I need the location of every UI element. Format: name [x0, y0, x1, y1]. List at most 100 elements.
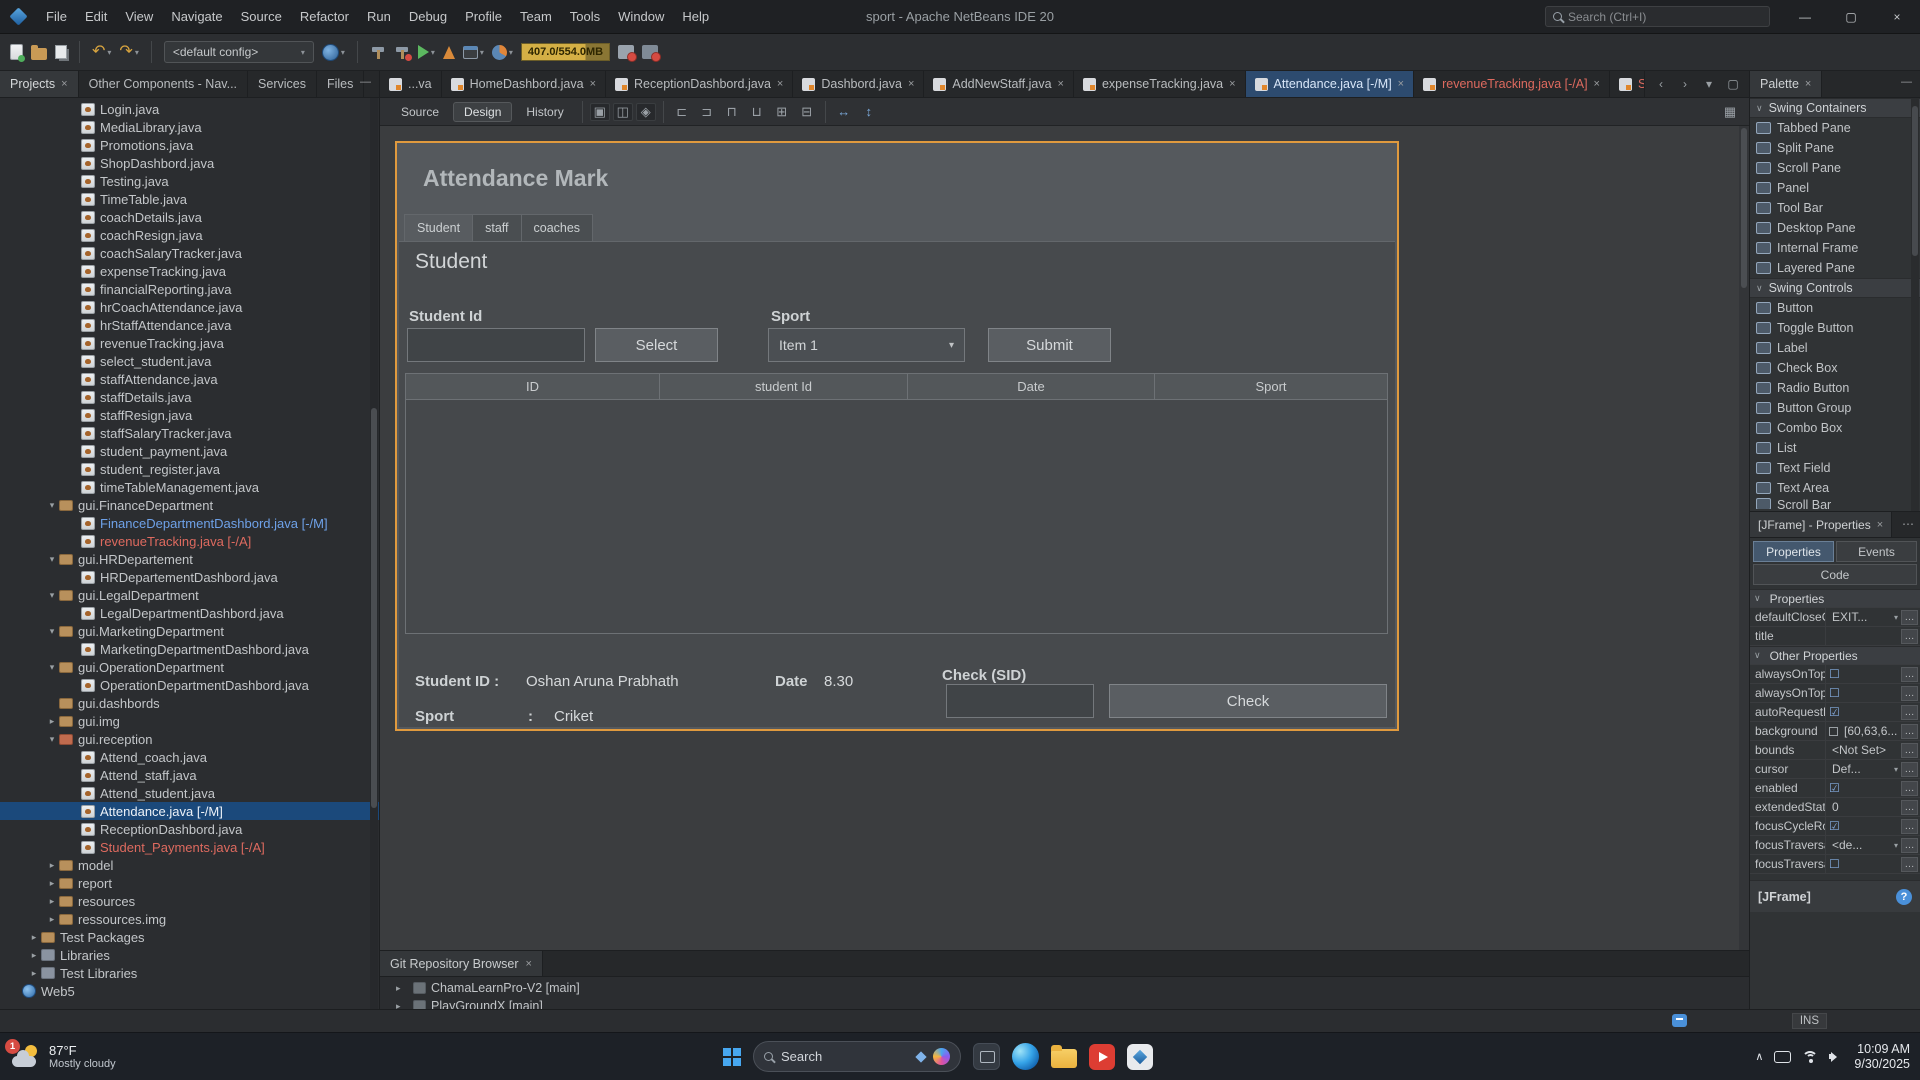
- profile-button[interactable]: [443, 46, 455, 59]
- property-value[interactable]: [60,63,6... ▾: [1826, 724, 1901, 738]
- property-row[interactable]: ∨ background [60,63,6... ▾ …: [1750, 722, 1920, 741]
- palette-item[interactable]: ∨ Button Group: [1750, 398, 1920, 418]
- close-icon[interactable]: ×: [908, 78, 914, 90]
- menu-item[interactable]: File: [37, 0, 76, 33]
- checkbox[interactable]: ☐: [1829, 857, 1840, 871]
- tree-item[interactable]: LegalDepartmentDashbord.java: [0, 604, 379, 622]
- property-row[interactable]: ∨ extendedState 0 ▾ …: [1750, 798, 1920, 817]
- form-tab[interactable]: staff: [472, 214, 521, 241]
- tree-item[interactable]: financialReporting.java: [0, 280, 379, 298]
- ellipsis-button[interactable]: …: [1901, 781, 1918, 796]
- designer-settings-button[interactable]: ▦: [1719, 102, 1741, 122]
- close-icon[interactable]: ×: [1877, 519, 1883, 531]
- property-value[interactable]: EXIT... ▾: [1826, 610, 1901, 624]
- checkbox[interactable]: ☐: [1829, 686, 1840, 700]
- notifications-icon[interactable]: [1672, 1014, 1687, 1027]
- designer-mode-button[interactable]: ◫: [613, 103, 633, 121]
- close-icon[interactable]: ×: [1058, 78, 1064, 90]
- palette-item[interactable]: ∨ Tabbed Pane: [1750, 118, 1920, 138]
- tree-item[interactable]: coachResign.java: [0, 226, 379, 244]
- panel-menu-icon[interactable]: ⋯: [1902, 517, 1914, 531]
- palette-item[interactable]: ∨ Tool Bar: [1750, 198, 1920, 218]
- ide-search-box[interactable]: [1545, 6, 1770, 27]
- menu-item[interactable]: Run: [358, 0, 400, 33]
- property-row[interactable]: ∨ focusTraversal ☐ ▾ …: [1750, 855, 1920, 874]
- start-button[interactable]: [723, 1048, 741, 1066]
- property-row[interactable]: ∨ alwaysOnTopS ☐ ▾ …: [1750, 684, 1920, 703]
- property-row[interactable]: ∨ Properties ▾ …: [1750, 589, 1920, 608]
- weather-widget[interactable]: 1 87°F Mostly cloudy: [10, 1033, 116, 1080]
- student-id-input[interactable]: [408, 329, 584, 361]
- editor-tab[interactable]: AddNewStaff.java ×: [924, 71, 1074, 97]
- maximize-editor-button[interactable]: ▢: [1722, 74, 1744, 94]
- tree-item[interactable]: coachDetails.java: [0, 208, 379, 226]
- editor-tab[interactable]: ReceptionDashbord.java ×: [606, 71, 793, 97]
- close-icon[interactable]: ×: [1229, 78, 1235, 90]
- palette-item[interactable]: ∨ List: [1750, 438, 1920, 458]
- tree-item[interactable]: Attendance.java [-/M]: [0, 802, 379, 820]
- profiler-chart-button[interactable]: ▾: [492, 45, 513, 60]
- submit-button[interactable]: Submit: [988, 328, 1111, 362]
- clock[interactable]: 10:09 AM 9/30/2025: [1854, 1042, 1910, 1072]
- clean-build-button[interactable]: [394, 44, 410, 60]
- tree-item[interactable]: Testing.java: [0, 172, 379, 190]
- minimize-panel-icon[interactable]: —: [360, 76, 371, 88]
- tree-item[interactable]: staffSalaryTracker.java: [0, 424, 379, 442]
- ellipsis-button[interactable]: …: [1901, 686, 1918, 701]
- palette-item[interactable]: ∨ Desktop Pane: [1750, 218, 1920, 238]
- tree-item[interactable]: select_student.java: [0, 352, 379, 370]
- close-button[interactable]: ×: [1874, 0, 1920, 34]
- tree-item[interactable]: timeTableManagement.java: [0, 478, 379, 496]
- property-value[interactable]: ☑ ▾: [1826, 705, 1901, 719]
- palette-item[interactable]: ∨ Button: [1750, 298, 1920, 318]
- tree-item[interactable]: ▸ model: [0, 856, 379, 874]
- scroll-tabs-left-button[interactable]: ‹: [1650, 74, 1672, 94]
- profiling-snapshot-button[interactable]: [642, 45, 658, 59]
- netbeans-app-icon[interactable]: [1127, 1044, 1153, 1070]
- property-row[interactable]: ∨ bounds <Not Set> ▾ …: [1750, 741, 1920, 760]
- new-project-button[interactable]: [31, 48, 47, 60]
- tree-item[interactable]: ▾ gui.MarketingDepartment: [0, 622, 379, 640]
- tree-item[interactable]: staffResign.java: [0, 406, 379, 424]
- tree-item[interactable]: TimeTable.java: [0, 190, 379, 208]
- hidden-icons-chevron[interactable]: ∧: [1755, 1050, 1763, 1063]
- config-select[interactable]: <default config>▾: [164, 41, 314, 63]
- ellipsis-button[interactable]: …: [1901, 724, 1918, 739]
- resize-button[interactable]: ↔: [833, 102, 855, 122]
- palette-item[interactable]: ∨ Check Box: [1750, 358, 1920, 378]
- tree-item[interactable]: ▸ Test Packages: [0, 928, 379, 946]
- close-icon[interactable]: ×: [777, 78, 783, 90]
- menu-item[interactable]: View: [116, 0, 162, 33]
- tree-item[interactable]: ▸ resources: [0, 892, 379, 910]
- scroll-tabs-right-button[interactable]: ›: [1674, 74, 1696, 94]
- pen-device-icon[interactable]: [1774, 1051, 1791, 1063]
- palette-item[interactable]: ∨ Split Pane: [1750, 138, 1920, 158]
- tree-item[interactable]: Promotions.java: [0, 136, 379, 154]
- close-icon[interactable]: ×: [61, 78, 67, 90]
- menu-item[interactable]: Debug: [400, 0, 456, 33]
- form-title-label[interactable]: Attendance Mark: [423, 165, 608, 192]
- ellipsis-button[interactable]: …: [1901, 838, 1918, 853]
- table-column-header[interactable]: student Id: [660, 374, 908, 399]
- property-value[interactable]: Def... ▾: [1826, 762, 1901, 776]
- git-repository-browser-tab[interactable]: Git Repository Browser ×: [380, 951, 543, 976]
- palette-item[interactable]: ∨ Internal Frame: [1750, 238, 1920, 258]
- tree-item[interactable]: ▾ gui.reception: [0, 730, 379, 748]
- tree-item[interactable]: revenueTracking.java [-/A]: [0, 532, 379, 550]
- menu-item[interactable]: Tools: [561, 0, 609, 33]
- property-value[interactable]: ☐ ▾: [1826, 857, 1901, 871]
- student-id-field[interactable]: [407, 328, 585, 362]
- property-value[interactable]: ☐ ▾: [1826, 667, 1901, 681]
- menu-item[interactable]: Edit: [76, 0, 116, 33]
- minimize-panel-icon[interactable]: —: [1901, 76, 1912, 88]
- tab-list-button[interactable]: ▾: [1698, 74, 1720, 94]
- wifi-icon[interactable]: [1802, 1051, 1818, 1063]
- media-app-icon[interactable]: [1089, 1044, 1115, 1070]
- tree-item[interactable]: hrCoachAttendance.java: [0, 298, 379, 316]
- menu-item[interactable]: Refactor: [291, 0, 358, 33]
- property-value[interactable]: <Not Set> ▾: [1826, 743, 1901, 757]
- close-icon[interactable]: ×: [1594, 78, 1600, 90]
- align-button[interactable]: ⊐: [696, 102, 718, 122]
- palette-item[interactable]: ∨ Text Field: [1750, 458, 1920, 478]
- editor-view-button[interactable]: Design: [453, 102, 512, 122]
